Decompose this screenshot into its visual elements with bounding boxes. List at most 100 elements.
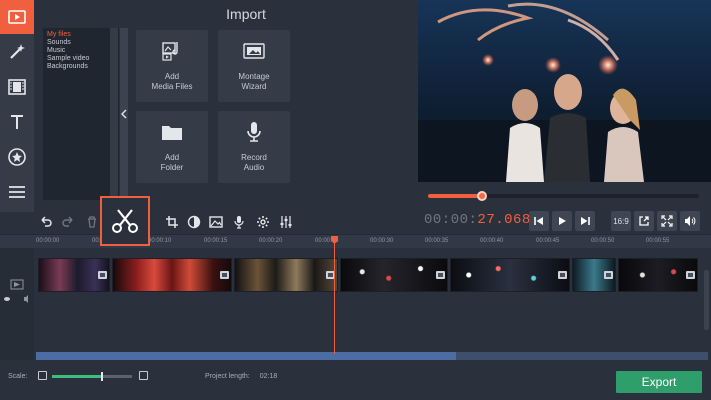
play-button[interactable]: [552, 211, 572, 231]
edit-toolbar: [34, 210, 416, 234]
timeline-horizontal-scrollbar[interactable]: [36, 352, 708, 360]
import-panel: Import My files Sounds Music Sample vide…: [34, 0, 416, 206]
add-media-files-button[interactable]: Add Media Files: [136, 30, 208, 102]
zoom-out-icon[interactable]: [38, 371, 47, 380]
image-icon: [209, 216, 223, 228]
timecode-value: 27.068: [477, 212, 531, 228]
star-badge-icon[interactable]: [0, 140, 34, 174]
seek-handle[interactable]: [477, 191, 488, 201]
undo-button[interactable]: [36, 212, 56, 232]
scale-slider[interactable]: [52, 372, 132, 381]
scale-slider-handle[interactable]: [100, 372, 103, 381]
timeline-clip[interactable]: [340, 258, 448, 292]
category-backgrounds[interactable]: Backgrounds: [47, 63, 88, 71]
list-icon[interactable]: [0, 175, 34, 209]
timecode-display: 00:00:27.068: [424, 212, 531, 228]
timeline-clip[interactable]: [618, 258, 698, 292]
collapse-panel-button[interactable]: [120, 28, 128, 200]
ruler-tick: 00:00:00: [36, 238, 60, 244]
next-button[interactable]: [575, 211, 595, 231]
video-editor-window: Import My files Sounds Music Sample vide…: [0, 0, 711, 400]
timeline-vertical-scrollbar[interactable]: [704, 270, 709, 330]
ruler-tick: 00:00:40: [480, 238, 504, 244]
undo-icon: [41, 216, 52, 227]
chevron-left-icon: [121, 109, 127, 119]
add-folder-button[interactable]: Add Folder: [136, 111, 208, 183]
timeline-clip[interactable]: [450, 258, 570, 292]
previous-button[interactable]: [529, 211, 549, 231]
color-adjust-button[interactable]: [184, 212, 204, 232]
montage-wizard-button[interactable]: Montage Wizard: [218, 30, 290, 102]
playhead-line[interactable]: [334, 238, 335, 354]
play-icon: [559, 217, 566, 225]
preview-frame-image: [418, 0, 711, 182]
cut-button[interactable]: [100, 196, 150, 246]
scale-slider-fill: [52, 375, 102, 378]
share-button[interactable]: [634, 211, 654, 231]
video-preview[interactable]: [418, 0, 711, 182]
clip-badge-icon: [220, 271, 229, 279]
crop-button[interactable]: [162, 212, 182, 232]
add-media-files-icon: [162, 42, 178, 61]
ruler-tick: 00:00:30: [370, 238, 394, 244]
ruler-tick: 00:00:55: [646, 238, 670, 244]
ruler-tick: 00:00:20: [259, 238, 283, 244]
contrast-icon: [187, 215, 201, 229]
category-scrollbar[interactable]: [110, 28, 118, 200]
import-video-icon[interactable]: [0, 0, 34, 34]
category-list: My files Sounds Music Sample video Backg…: [43, 28, 119, 200]
category-sounds[interactable]: Sounds: [47, 39, 71, 47]
text-icon[interactable]: [0, 105, 34, 139]
ruler-tick: 00:00:10: [148, 238, 172, 244]
fullscreen-icon: [661, 215, 673, 227]
project-length: Project length: 02:18: [205, 373, 277, 380]
timeline-clip[interactable]: [112, 258, 232, 292]
settings-button[interactable]: [253, 212, 273, 232]
equalizer-button[interactable]: [276, 212, 296, 232]
speaker-icon: [685, 216, 696, 226]
record-audio-button[interactable]: Record Audio: [218, 111, 290, 183]
microphone-icon: [247, 122, 261, 142]
player-controls: 00:00:27.068 16:9: [418, 208, 711, 234]
ruler-tick: 00:00:45: [536, 238, 560, 244]
clip-badge-icon: [98, 271, 107, 279]
delete-button[interactable]: [82, 212, 102, 232]
seek-bar-fill: [428, 194, 483, 198]
equalizer-icon: [280, 216, 292, 228]
timeline-clip[interactable]: [38, 258, 110, 292]
audio-record-button[interactable]: [229, 212, 249, 232]
redo-button[interactable]: [58, 212, 78, 232]
category-music[interactable]: Music: [47, 47, 65, 55]
filmstrip-icon[interactable]: [0, 70, 34, 104]
category-my-files[interactable]: My files: [47, 31, 71, 39]
timecode-prefix: 00:00:: [424, 212, 478, 228]
zoom-in-icon[interactable]: [139, 371, 148, 380]
fullscreen-button[interactable]: [657, 211, 677, 231]
aspect-ratio-button[interactable]: 16:9: [611, 211, 631, 231]
trash-icon: [88, 216, 96, 228]
redo-icon: [62, 216, 73, 227]
montage-wizard-label: Montage Wizard: [238, 72, 270, 91]
export-button[interactable]: Export: [616, 371, 702, 393]
ruler-tick: 00:00:15: [204, 238, 228, 244]
volume-button[interactable]: [680, 211, 700, 231]
magic-wand-icon[interactable]: [0, 35, 34, 69]
image-button[interactable]: [206, 212, 226, 232]
gear-icon: [257, 216, 269, 228]
folder-icon: [162, 126, 182, 140]
track-header: [0, 248, 34, 360]
clip-badge-icon: [558, 271, 567, 279]
seek-bar[interactable]: [428, 191, 699, 201]
export-arrow-icon: [639, 216, 649, 226]
record-audio-label: Record Audio: [241, 153, 267, 172]
track-icons: [4, 279, 28, 303]
category-sample-video[interactable]: Sample video: [47, 55, 89, 63]
skip-forward-icon: [581, 217, 590, 225]
clip-badge-icon: [686, 271, 695, 279]
timeline-clip[interactable]: [572, 258, 616, 292]
ruler-tick: 00:00:35: [425, 238, 449, 244]
scrollbar-thumb[interactable]: [36, 352, 456, 360]
timeline-clip[interactable]: [234, 258, 338, 292]
microphone-icon: [234, 216, 244, 229]
clip-badge-icon: [436, 271, 445, 279]
